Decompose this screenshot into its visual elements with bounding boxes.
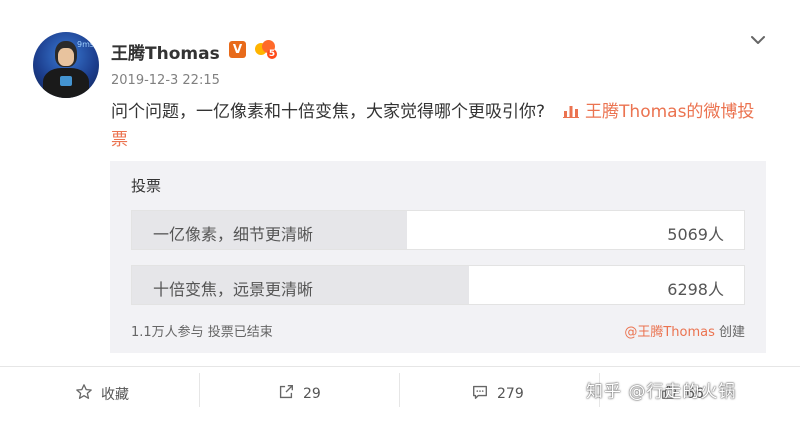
poll-option[interactable]: 一亿像素，细节更清晰 5069人: [131, 210, 745, 250]
avatar-shirt-logo: [60, 76, 72, 86]
poll-creator-suffix: 创建: [714, 325, 745, 340]
poll-option-label: 十倍变焦，远景更清晰: [153, 280, 314, 299]
post-body: 问个问题，一亿像素和十倍变焦，大家觉得哪个更吸引你?: [111, 102, 546, 122]
star-icon: [75, 383, 93, 405]
poll-option-count: 6298人: [667, 280, 724, 299]
poll-option-label: 一亿像素，细节更清晰: [153, 225, 314, 244]
comment-button[interactable]: 279: [471, 383, 524, 405]
poll-creator: @王腾Thomas 创建: [624, 321, 745, 340]
comment-count: 279: [497, 386, 524, 402]
divider: [399, 373, 400, 407]
watermark: 知乎 @行走的火锅: [586, 382, 737, 402]
level-badge-icon: 5: [255, 40, 277, 59]
repost-button[interactable]: 29: [277, 383, 321, 405]
poll-participants: 1.1万人参与 投票已结束: [131, 325, 273, 340]
divider: [199, 373, 200, 407]
post-timestamp[interactable]: 2019-12-3 22:15: [111, 73, 220, 88]
poll-creator-link[interactable]: @王腾Thomas: [624, 325, 715, 340]
post-text: 问个问题，一亿像素和十倍变焦，大家觉得哪个更吸引你? 王腾Thomas的微博投票: [111, 98, 761, 154]
share-icon: [277, 383, 295, 405]
poll-card: 投票 一亿像素，细节更清晰 5069人 十倍变焦，远景更清晰 6298人 1.1…: [110, 161, 766, 353]
favorite-button[interactable]: 收藏: [75, 383, 129, 405]
poll-option[interactable]: 十倍变焦，远景更清晰 6298人: [131, 265, 745, 305]
poll-icon: [563, 99, 580, 118]
verified-badge-icon: V: [229, 41, 246, 58]
poll-option-count: 5069人: [667, 225, 724, 244]
avatar-background-text: 9ms: [77, 40, 95, 49]
comment-icon: [471, 383, 489, 405]
poll-title: 投票: [131, 177, 162, 195]
avatar[interactable]: 9ms: [33, 32, 99, 98]
repost-count: 29: [303, 386, 321, 402]
chevron-down-icon[interactable]: [748, 30, 768, 50]
favorite-label: 收藏: [101, 387, 129, 403]
username[interactable]: 王腾Thomas: [111, 39, 220, 64]
avatar-face: [58, 48, 74, 66]
